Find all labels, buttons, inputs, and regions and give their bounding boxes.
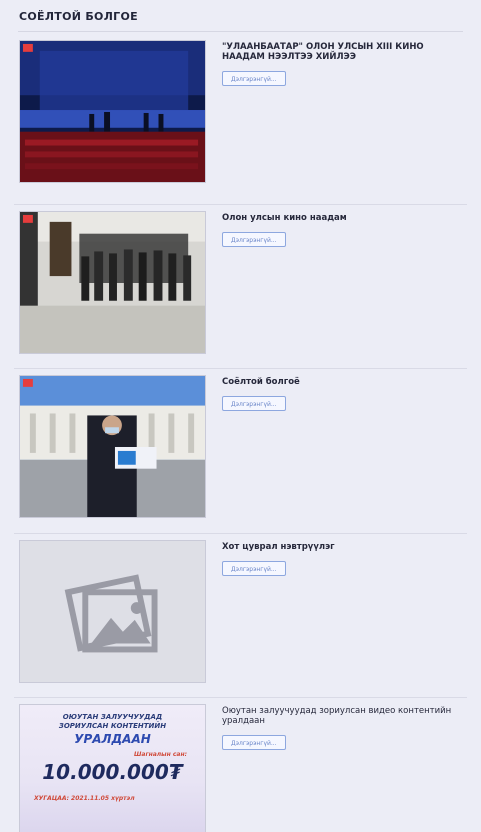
title-divider bbox=[18, 31, 463, 32]
news-list-page: СОЁЛТОЙ БОЛГОЕ "УЛААНБААТАР" ОЛОН УЛСЫН … bbox=[0, 0, 481, 832]
item-divider bbox=[14, 204, 467, 205]
read-more-button[interactable]: Дэлгэрэнгүй... bbox=[222, 232, 286, 247]
read-more-button[interactable]: Дэлгэрэнгүй... bbox=[222, 735, 286, 750]
poster-line2: ЗОРИУЛСАН КОНТЕНТИЙН bbox=[58, 722, 167, 730]
section-title: СОЁЛТОЙ БОЛГОЕ bbox=[19, 10, 138, 23]
read-more-button[interactable]: Дэлгэрэнгүй... bbox=[222, 71, 286, 86]
cinema-photo bbox=[20, 41, 205, 182]
item-info: Оюутан залуучуудад зориулсан видео конте… bbox=[222, 706, 452, 750]
item-title[interactable]: Соёлтой болгоё bbox=[222, 377, 452, 387]
item-info: Хот цуврал нэвтрүүлэг Дэлгэрэнгүй... bbox=[222, 542, 452, 576]
item-thumbnail[interactable] bbox=[19, 211, 206, 354]
poster-line1: ОЮУТАН ЗАЛУУЧУУДАД bbox=[62, 713, 163, 721]
poster-line3: УРАЛДААН bbox=[74, 732, 151, 746]
read-more-button[interactable]: Дэлгэрэнгүй... bbox=[222, 396, 286, 411]
palace-photo bbox=[20, 376, 205, 517]
item-divider bbox=[14, 533, 467, 534]
poster-deadline: ХУГАЦАА: 2021.11.05 хүртэл bbox=[34, 795, 135, 802]
item-info: Олон улсын кино наадам Дэлгэрэнгүй... bbox=[222, 213, 452, 247]
hall-photo bbox=[20, 212, 205, 353]
item-info: "УЛААНБААТАР" ОЛОН УЛСЫН XIII КИНО НААДА… bbox=[222, 42, 452, 86]
item-thumbnail[interactable] bbox=[19, 40, 206, 183]
item-info: Соёлтой болгоё Дэлгэрэнгүй... bbox=[222, 377, 452, 411]
poster-prize-label: Шагналын сан: bbox=[134, 751, 187, 758]
placeholder-image-icon bbox=[20, 541, 205, 682]
item-divider bbox=[14, 697, 467, 698]
item-thumbnail[interactable]: ОЮУТАН ЗАЛУУЧУУДАД ЗОРИУЛСАН КОНТЕНТИЙН … bbox=[19, 704, 206, 832]
item-title[interactable]: Оюутан залуучуудад зориулсан видео конте… bbox=[222, 706, 452, 726]
contest-poster: ОЮУТАН ЗАЛУУЧУУДАД ЗОРИУЛСАН КОНТЕНТИЙН … bbox=[20, 705, 205, 832]
item-thumbnail[interactable] bbox=[19, 375, 206, 518]
item-thumbnail[interactable] bbox=[19, 540, 206, 683]
item-title[interactable]: "УЛААНБААТАР" ОЛОН УЛСЫН XIII КИНО НААДА… bbox=[222, 42, 452, 62]
poster-prize: 10.000.000₮ bbox=[42, 760, 183, 784]
item-title[interactable]: Хот цуврал нэвтрүүлэг bbox=[222, 542, 452, 552]
read-more-button[interactable]: Дэлгэрэнгүй... bbox=[222, 561, 286, 576]
item-divider bbox=[14, 368, 467, 369]
item-title[interactable]: Олон улсын кино наадам bbox=[222, 213, 452, 223]
